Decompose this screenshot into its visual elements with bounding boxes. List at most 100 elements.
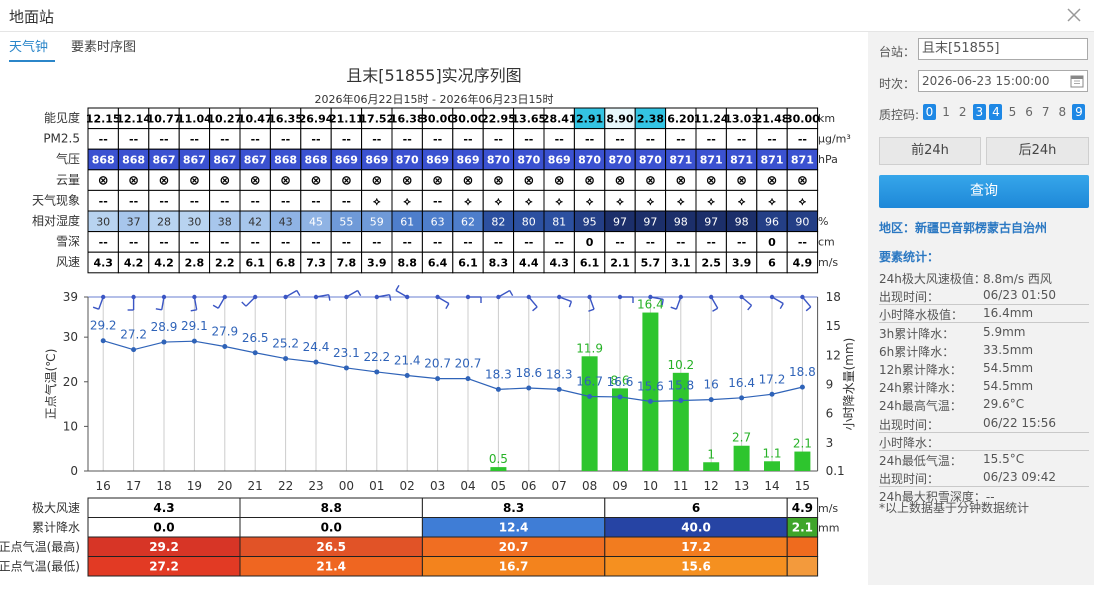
tab-element-timeseries[interactable]: 要素时序图 [71, 36, 151, 62]
close-icon[interactable] [1064, 5, 1084, 25]
wind-barb-flag [712, 307, 719, 312]
wind-point [617, 294, 623, 300]
stat-value: 54.5mm [983, 379, 1034, 394]
data-cell-text: 870 [517, 154, 540, 167]
data-cell-text: -- [311, 195, 320, 208]
data-cell-text: 2.38 [637, 113, 664, 126]
data-cell-text: 97 [613, 216, 627, 229]
temperature-point [283, 356, 289, 362]
stat-value: 29.6°C [983, 397, 1025, 412]
summary-cell-text: 16.7 [499, 560, 529, 574]
qc-code-6[interactable]: 6 [1023, 104, 1036, 120]
data-cell-text: 867 [213, 154, 236, 167]
data-cell-text: -- [190, 236, 199, 249]
precip-bar [703, 462, 720, 471]
wind-point [222, 294, 227, 300]
temperature-point [708, 397, 714, 403]
stat-value: 8.8m/s 西风 [983, 272, 1052, 286]
x-tick-label: 08 [582, 479, 597, 493]
precip-bar [733, 445, 750, 471]
data-cell-text: -- [707, 133, 716, 146]
temperature-label: 22.2 [363, 350, 390, 364]
qc-code-9[interactable]: 9 [1072, 104, 1086, 120]
qc-code-3[interactable]: 3 [972, 104, 986, 120]
data-cell-text: -- [403, 133, 412, 146]
data-cell-text: -- [798, 236, 807, 249]
stat-value: 16.4mm [983, 306, 1034, 321]
data-cell-text: -- [311, 133, 320, 146]
summary-cell [786, 556, 819, 577]
qc-code-2[interactable]: 2 [956, 104, 969, 120]
stat-label: 出现时间： [879, 472, 940, 487]
temperature-point [435, 376, 441, 382]
temperature-label: 16.4 [728, 376, 755, 390]
wind-barb-flag [670, 306, 677, 310]
x-tick-label: 18 [156, 479, 171, 493]
qc-code-7[interactable]: 7 [1039, 104, 1052, 120]
data-cell-text: -- [494, 236, 503, 249]
data-cell-text: -- [129, 236, 138, 249]
row-unit: cm [818, 236, 835, 249]
stats-note: *以上数据基于分钟数据统计 [879, 501, 1030, 515]
qc-code-0[interactable]: 0 [923, 104, 936, 120]
data-cell-text: 867 [153, 154, 176, 167]
query-button[interactable]: 查询 [879, 175, 1089, 208]
temperature-label: 18.6 [515, 366, 542, 380]
data-cell-text: 869 [335, 154, 358, 167]
data-cell-text: 6 [768, 257, 776, 270]
summary-unit: mm [818, 522, 839, 535]
next-24h-button[interactable]: 后24h [986, 137, 1089, 165]
temperature-point [343, 365, 349, 371]
qc-code-4[interactable]: 4 [989, 104, 1003, 120]
data-cell-text: -- [555, 133, 564, 146]
temperature-point [465, 376, 471, 382]
data-cell-text: ⊗ [432, 173, 443, 188]
tab-weather-clock[interactable]: 天气钟 [9, 36, 55, 62]
precip-label: 2.7 [732, 431, 751, 445]
data-cell-text: ⊗ [523, 173, 534, 188]
data-cell-text: -- [798, 133, 807, 146]
summary-cell-text: 0.0 [153, 521, 174, 535]
qc-code-5[interactable]: 5 [1006, 104, 1019, 120]
data-cell-text: ⊗ [797, 173, 808, 188]
row-label: 能见度 [44, 110, 80, 125]
y2-tick-label: 18 [826, 290, 841, 304]
data-cell-text: 3.9 [732, 257, 752, 270]
wind-point [405, 294, 410, 300]
data-cell-text: 867 [244, 154, 267, 167]
wind-point [374, 294, 379, 300]
x-tick-label: 09 [612, 479, 627, 493]
stat-value: 06/22 15:56 [983, 415, 1056, 430]
data-cell-text: -- [251, 133, 260, 146]
summary-cell-text: 20.7 [499, 540, 529, 554]
prev-24h-button[interactable]: 前24h [879, 137, 981, 165]
data-cell-text: ⊗ [250, 173, 261, 188]
x-tick-label: 04 [460, 479, 475, 493]
data-cell-text: ⊗ [219, 173, 230, 188]
station-input[interactable]: 且末[51855] [918, 38, 1088, 60]
wind-point [344, 294, 349, 300]
calendar-icon[interactable] [1070, 74, 1084, 88]
summary-cell-text: 6 [692, 501, 700, 515]
wind-point [435, 294, 440, 300]
data-cell-text: ⟡ [556, 195, 564, 208]
data-cell-text: 2.91 [576, 113, 603, 126]
temperature-label: 29.2 [90, 319, 117, 333]
data-cell-text: 868 [305, 154, 328, 167]
data-cell-text: -- [190, 195, 199, 208]
y-tick-label: 39 [63, 290, 78, 304]
data-cell-text: ⟡ [708, 195, 716, 208]
wind-barb-flag [92, 306, 99, 310]
stat-value: 06/23 01:50 [983, 288, 1056, 303]
qc-code-1[interactable]: 1 [940, 104, 953, 120]
temperature-point [313, 359, 319, 365]
time-input[interactable]: 2026-06-23 15:00:00 [918, 70, 1088, 92]
data-cell-text: 3.9 [367, 257, 387, 270]
data-cell-text: ⊗ [189, 173, 200, 188]
data-cell-text: 869 [548, 154, 571, 167]
summary-cell [786, 536, 819, 557]
data-cell-text: 90 [795, 216, 809, 229]
stat-separator [879, 304, 1089, 306]
qc-code-8[interactable]: 8 [1056, 104, 1069, 120]
wind-barb-flag [357, 290, 362, 297]
